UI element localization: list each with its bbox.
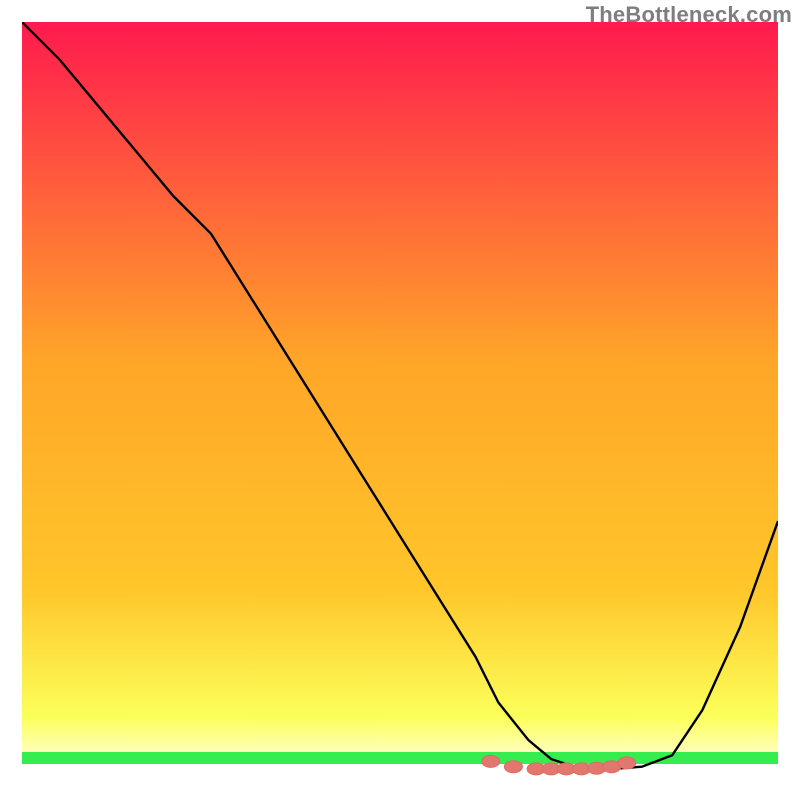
chart-stage: TheBottleneck.com bbox=[0, 0, 800, 800]
optimal-marker bbox=[618, 757, 636, 769]
optimal-marker bbox=[504, 761, 522, 773]
gradient-background bbox=[22, 22, 778, 778]
chart-svg bbox=[22, 22, 778, 778]
base-strip bbox=[22, 764, 778, 778]
optimal-marker bbox=[482, 755, 500, 767]
plot-area bbox=[22, 22, 778, 778]
